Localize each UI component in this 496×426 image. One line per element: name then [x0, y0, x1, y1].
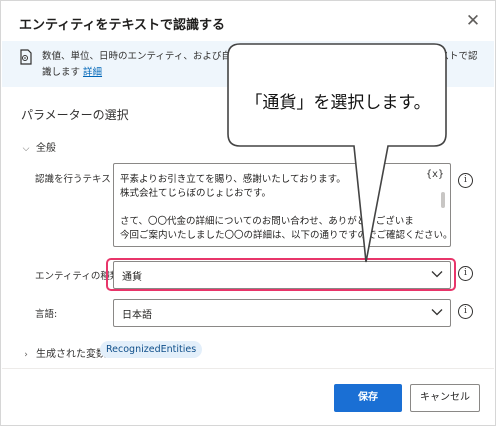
text-input-label: 認識を行うテキスト:	[35, 174, 124, 185]
callout-text: 「通貨」を選択します。	[245, 93, 431, 113]
generated-variables-label: 生成された変数	[36, 349, 106, 360]
text-line: さて、〇〇代金の詳細についてのお問い合わせ、ありがとうございま	[120, 216, 414, 227]
dialog-title: エンティティをテキストで認識する	[19, 18, 226, 33]
text-line: 平素よりお引き立てを賜り、感謝いたしております。	[120, 174, 346, 185]
entity-type-highlight	[106, 258, 456, 291]
language-help-icon[interactable]: i	[458, 304, 473, 319]
info-text: 数値、単位、日時のエンティティ、および自然言語 ストで認	[42, 48, 477, 62]
language-value: 日本語	[122, 310, 152, 321]
footer-divider	[2, 368, 494, 369]
text-line: 今回ご案内いたしました〇〇の詳細は、以下の通りですのでご確認ください。	[120, 230, 451, 241]
info-text-end: 識します	[42, 67, 81, 78]
variable-chip[interactable]: RecognizedEntities	[100, 341, 203, 358]
text-to-recognize-input[interactable]: 平素よりお引き立てを賜り、感謝いたしております。 株式会社てじらぼのじょじおです…	[113, 163, 451, 247]
save-button[interactable]: 保存	[334, 384, 402, 412]
general-group-label: 全般	[36, 143, 56, 154]
document-info-icon	[20, 49, 32, 65]
generated-variables-header[interactable]: › 生成された変数	[21, 345, 106, 360]
language-label: 言語:	[35, 309, 58, 320]
close-button[interactable]: ✕	[463, 11, 483, 31]
scrollbar-thumb[interactable]	[441, 192, 445, 208]
text-help-icon[interactable]: i	[458, 173, 473, 188]
info-bar: 数値、単位、日時のエンティティ、および自然言語 ストで認 識します 詳細	[2, 41, 494, 87]
info-text-start: 数値、単位、日時のエンティティ、および自然言語	[42, 51, 260, 62]
entity-help-icon[interactable]: i	[458, 266, 473, 281]
dialog: エンティティをテキストで認識する ✕ 数値、単位、日時のエンティティ、および自然…	[0, 0, 496, 426]
section-title: パラメーターの選択	[21, 108, 129, 122]
chevron-down-icon: ⌵	[22, 144, 30, 154]
info-text-line2: 識します 詳細	[42, 64, 102, 78]
cancel-button[interactable]: キャンセル	[410, 384, 480, 412]
text-line: 株式会社てじらぼのじょじおです。	[120, 188, 272, 199]
general-group-header[interactable]: ⌵ 全般	[21, 139, 56, 154]
chevron-right-icon: ›	[24, 350, 28, 360]
language-select[interactable]: 日本語	[113, 299, 451, 327]
info-text-tail: ストで認	[439, 51, 478, 62]
chevron-down-icon	[431, 309, 443, 316]
variable-button[interactable]: {x}	[426, 169, 444, 180]
details-link[interactable]: 詳細	[83, 67, 102, 78]
